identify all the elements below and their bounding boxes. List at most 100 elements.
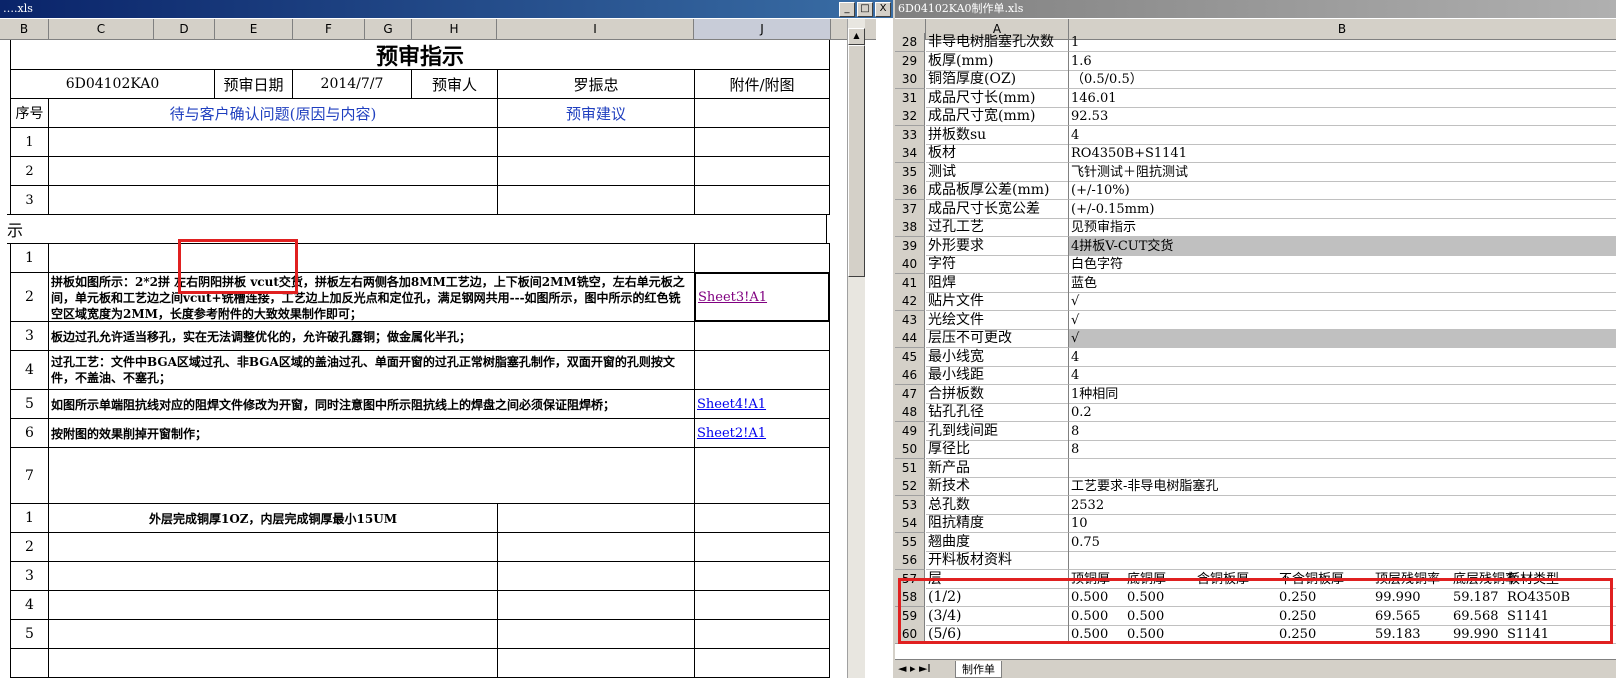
row-label-cell[interactable]: 开料板材资料 [926,551,1069,570]
row-label-cell[interactable]: 过孔工艺 [926,218,1069,237]
row-label-cell[interactable]: 非导电树脂塞孔次数 [926,33,1069,52]
row-value-cell[interactable]: 0.2 [1069,403,1616,422]
instruction-seq[interactable]: 4 [10,350,49,390]
instruction-text[interactable]: 拼板如图所示：2*2拼 左右阴阳拼板 vcut交货，拼板左右两侧各加8MM工艺边… [48,272,695,322]
row-number[interactable]: 29 [895,51,925,71]
row-value-cell[interactable] [1069,459,1616,478]
row-value-cell[interactable]: 工艺要求-非导电树脂塞孔 [1069,477,1616,496]
lower-text[interactable] [48,648,498,678]
row-number[interactable]: 41 [895,273,925,293]
instruction-text[interactable] [48,243,695,273]
row-number[interactable]: 50 [895,440,925,459]
question-issue-cell[interactable] [48,156,498,186]
row-number[interactable]: 56 [895,551,925,570]
instruction-link-cell[interactable]: Sheet3!A1 [694,272,830,322]
row-value-cell[interactable]: 4拼板V-CUT交货 [1069,236,1616,256]
sheet4-link[interactable]: Sheet4!A1 [695,397,766,412]
review-date-value[interactable]: 2014/7/7 [292,69,412,99]
row-number[interactable]: 54 [895,514,925,533]
lower-cell[interactable] [694,648,830,678]
row-label-cell[interactable]: 钻孔孔径 [926,403,1069,422]
row-number[interactable]: 53 [895,495,925,515]
tab-nav-arrows-icon[interactable]: ◄ ▸ ►I [898,662,931,675]
lower-cell[interactable] [694,503,830,533]
lower-cell[interactable] [497,532,695,562]
instruction-text[interactable]: 如图所示单端阻抗线对应的阻焊文件修改为开窗，同时注意图中所示阻抗线上的焊盘之间必… [48,389,695,419]
row-label-cell[interactable]: 成品尺寸宽(mm) [926,107,1069,126]
row-label-cell[interactable]: 成品尺寸长宽公差 [926,199,1069,219]
col-header-b[interactable]: B [0,19,49,39]
lower-text[interactable] [48,561,498,591]
question-seq[interactable]: 1 [10,127,49,157]
col-header-j[interactable]: J [694,19,831,39]
row-number[interactable]: 33 [895,125,925,145]
row-label-cell[interactable]: 阻焊 [926,273,1069,293]
row-value-cell[interactable]: √ [1069,292,1616,311]
sheet3-link[interactable]: Sheet3!A1 [696,290,767,305]
row-label-cell[interactable]: 光绘文件 [926,310,1069,330]
row-number[interactable]: 49 [895,421,925,441]
row-label-cell[interactable]: 成品板厚公差(mm) [926,181,1069,200]
row-value-cell[interactable]: （0.5/0.5） [1069,70,1616,89]
row-number[interactable]: 48 [895,403,925,422]
row-number[interactable]: 46 [895,366,925,385]
question-seq[interactable]: 2 [10,156,49,186]
question-seq[interactable]: 3 [10,185,49,215]
row-label-cell[interactable]: 铜箔厚度(OZ) [926,70,1069,89]
row-value-cell[interactable]: 1种相同 [1069,385,1616,404]
row-label-cell[interactable]: 成品尺寸长(mm) [926,88,1069,108]
suggestion-header[interactable]: 预审建议 [497,98,695,128]
scroll-thumb[interactable] [848,45,865,277]
lower-cell[interactable] [694,532,830,562]
reviewer-label[interactable]: 预审人 [411,69,498,99]
row-value-cell[interactable]: 0.75 [1069,533,1616,552]
row-value-cell[interactable]: 1.6 [1069,52,1616,71]
instruction-link-cell[interactable] [694,243,830,273]
question-attachment-cell[interactable] [694,156,830,186]
row-value-cell[interactable]: √ [1069,311,1616,330]
instruction-link-cell[interactable] [694,321,830,351]
left-vertical-scrollbar[interactable]: ▲ [847,19,865,678]
lower-text[interactable] [48,532,498,562]
col-header-g[interactable]: G [365,19,412,39]
lower-cell[interactable] [497,648,695,678]
issue-header[interactable]: 待与客户确认问题(原因与内容) [48,98,498,128]
row-value-cell[interactable]: 4 [1069,366,1616,385]
minimize-button[interactable]: _ [839,2,855,17]
instruction-seq[interactable]: 3 [10,321,49,351]
row-label-cell[interactable]: 新技术 [926,477,1069,496]
question-attachment-cell[interactable] [694,127,830,157]
lower-seq[interactable] [10,648,49,678]
review-date-label[interactable]: 预审日期 [214,69,293,99]
question-attachment-cell[interactable] [694,185,830,215]
instruction-seq[interactable]: 2 [10,272,49,322]
row-number[interactable]: 52 [895,477,925,496]
row-label-cell[interactable]: 新产品 [926,458,1069,478]
row-number[interactable]: 43 [895,310,925,330]
instruction-link-cell[interactable]: Sheet2!A1 [694,418,830,448]
lower-cell[interactable] [497,503,695,533]
instruction-seq[interactable]: 6 [10,418,49,448]
row-label-cell[interactable]: 贴片文件 [926,292,1069,311]
row-label-cell[interactable]: 板材 [926,144,1069,163]
row-label-cell[interactable]: 层压不可更改 [926,329,1069,348]
reviewer-value[interactable]: 罗振忠 [497,69,695,99]
row-number[interactable]: 32 [895,107,925,126]
row-number[interactable]: 42 [895,292,925,311]
lower-cell[interactable] [694,590,830,620]
row-label-cell[interactable]: 总孔数 [926,495,1069,515]
maximize-button[interactable]: □ [857,2,873,17]
instruction-seq[interactable]: 1 [10,243,49,273]
sheet-title[interactable]: 预审指示 [10,40,830,70]
question-suggestion-cell[interactable] [497,185,695,215]
col-header-f[interactable]: F [293,19,365,39]
sheet2-link[interactable]: Sheet2!A1 [695,426,766,441]
left-window-titlebar[interactable]: ….xls _ □ X [0,0,893,18]
row-value-cell[interactable]: RO4350B+S1141 [1069,144,1616,163]
close-button[interactable]: X [875,2,891,17]
lower-text[interactable]: 外层完成铜厚1OZ，内层完成铜厚最小15UM [48,503,498,533]
row-value-cell[interactable]: (+/-0.15mm) [1069,200,1616,219]
row-number[interactable]: 31 [895,88,925,108]
instruction-link-cell[interactable]: Sheet4!A1 [694,389,830,419]
row-value-cell[interactable]: (+/-10%) [1069,181,1616,200]
